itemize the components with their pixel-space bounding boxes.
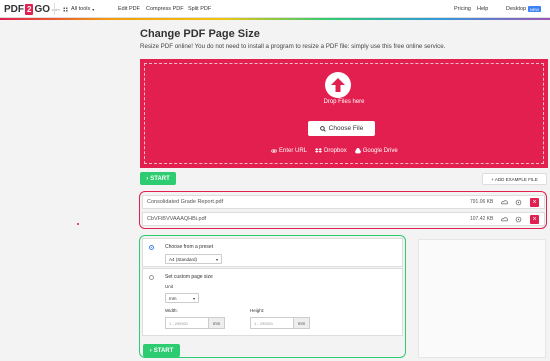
- logo[interactable]: PDF 2 GO .com: [4, 3, 60, 15]
- file-name: Consolidated Grade Report.pdf: [147, 199, 224, 205]
- settings-icon[interactable]: [515, 199, 522, 206]
- custom-size-option-box: Set custom page size Unit mm ▾ Width: 1 …: [142, 268, 403, 336]
- google-drive-icon: [354, 148, 361, 154]
- file-row: Consolidated Grade Report.pdf 791.06 KB …: [142, 195, 545, 209]
- top-navbar: PDF 2 GO .com All tools ▾ Edit PDF Compr…: [0, 0, 550, 18]
- file-size: 107.42 KB: [470, 216, 494, 222]
- chevron-down-icon: ▾: [192, 295, 195, 301]
- width-input[interactable]: 1 - 295931 mm: [165, 317, 225, 329]
- height-input[interactable]: 1 - 295931 mm: [250, 317, 310, 329]
- google-drive-link[interactable]: Google Drive: [354, 148, 398, 154]
- nav-edit-pdf[interactable]: Edit PDF: [118, 0, 140, 18]
- height-unit: mm: [293, 318, 309, 328]
- new-badge: NEW: [528, 6, 541, 12]
- file-size: 791.06 KB: [470, 199, 494, 205]
- preset-radio[interactable]: [149, 245, 154, 250]
- cloud-save-icon[interactable]: [501, 199, 508, 206]
- start-button-bottom[interactable]: › START: [143, 344, 180, 357]
- logo-suffix: .com: [51, 6, 60, 12]
- remove-file-button[interactable]: ×: [530, 198, 539, 207]
- height-placeholder: 1 - 295931: [254, 320, 274, 326]
- width-unit: mm: [208, 318, 224, 328]
- logo-text-left: PDF: [4, 3, 24, 15]
- width-label: Width:: [165, 308, 178, 313]
- file-row: CbVFiBVVAAAQHBi.pdf 107.42 KB ×: [142, 212, 545, 226]
- upload-sources: Enter URL Dropbox Google Drive: [271, 148, 398, 154]
- file-list: Consolidated Grade Report.pdf 791.06 KB …: [139, 191, 547, 229]
- choose-file-label: Choose File: [328, 125, 364, 132]
- nav-divider: [54, 3, 55, 15]
- height-label: Height:: [250, 308, 265, 313]
- start-label: START: [150, 175, 170, 182]
- all-tools-label: All tools: [71, 6, 91, 12]
- settings-icon[interactable]: [515, 216, 522, 223]
- custom-size-label: Set custom page size: [165, 274, 213, 280]
- file-name: CbVFiBVVAAAQHBi.pdf: [147, 216, 207, 222]
- dropbox-icon: [315, 148, 323, 153]
- logo-text-right: GO: [34, 3, 51, 15]
- add-example-file-button[interactable]: + ADD EXAMPLE FILE: [482, 173, 547, 185]
- dropbox-label: Dropbox: [324, 148, 347, 154]
- choose-file-button[interactable]: Choose File: [308, 121, 375, 136]
- search-icon: [319, 125, 326, 132]
- chevron-down-icon: ▾: [215, 256, 218, 262]
- dropbox-link[interactable]: Dropbox: [315, 148, 347, 154]
- page-title: Change PDF Page Size: [140, 28, 260, 40]
- cursor-dot: [77, 223, 79, 225]
- file-dropzone[interactable]: Drop Files here Choose File Enter URL Dr…: [140, 59, 548, 168]
- chevron-down-icon: ▾: [92, 6, 95, 12]
- nav-pricing[interactable]: Pricing: [454, 0, 471, 18]
- unit-label: Unit: [165, 284, 174, 289]
- start-label: START: [153, 347, 174, 354]
- nav-help[interactable]: Help: [477, 0, 488, 18]
- enter-url-link[interactable]: Enter URL: [271, 148, 307, 154]
- google-drive-label: Google Drive: [362, 148, 398, 154]
- nav-compress-pdf[interactable]: Compress PDF: [146, 0, 184, 18]
- logo-text-mid: 2: [25, 3, 34, 15]
- start-button-top[interactable]: › START: [140, 172, 176, 185]
- nav-desktop[interactable]: Desktop NEW: [506, 0, 541, 18]
- preset-select[interactable]: A4 (Standard) ▾: [165, 254, 222, 264]
- grid-icon: [63, 6, 68, 12]
- preview-panel: [418, 239, 546, 358]
- all-tools-menu[interactable]: All tools ▾: [63, 0, 94, 18]
- width-placeholder: 1 - 295931: [169, 320, 189, 326]
- link-icon: [271, 149, 277, 153]
- unit-select[interactable]: mm ▾: [165, 293, 199, 303]
- drop-files-label: Drop Files here: [323, 99, 365, 105]
- unit-select-value: mm: [169, 295, 177, 301]
- nav-split-pdf[interactable]: Split PDF: [188, 0, 211, 18]
- cloud-save-icon[interactable]: [501, 216, 508, 223]
- preset-option-box: Choose from a preset A4 (Standard) ▾: [142, 238, 403, 267]
- rainbow-divider: [0, 18, 550, 20]
- preset-select-value: A4 (Standard): [169, 256, 198, 262]
- chevron-right-icon: ›: [146, 175, 149, 182]
- preset-label: Choose from a preset: [165, 244, 214, 250]
- chevron-right-icon: ›: [149, 347, 152, 354]
- custom-size-radio[interactable]: [149, 275, 154, 280]
- desktop-label: Desktop: [506, 6, 527, 12]
- enter-url-label: Enter URL: [279, 148, 308, 154]
- resize-options-panel: Choose from a preset A4 (Standard) ▾ Set…: [139, 235, 406, 358]
- remove-file-button[interactable]: ×: [530, 215, 539, 224]
- page-subtitle: Resize PDF online! You do not need to in…: [140, 43, 446, 50]
